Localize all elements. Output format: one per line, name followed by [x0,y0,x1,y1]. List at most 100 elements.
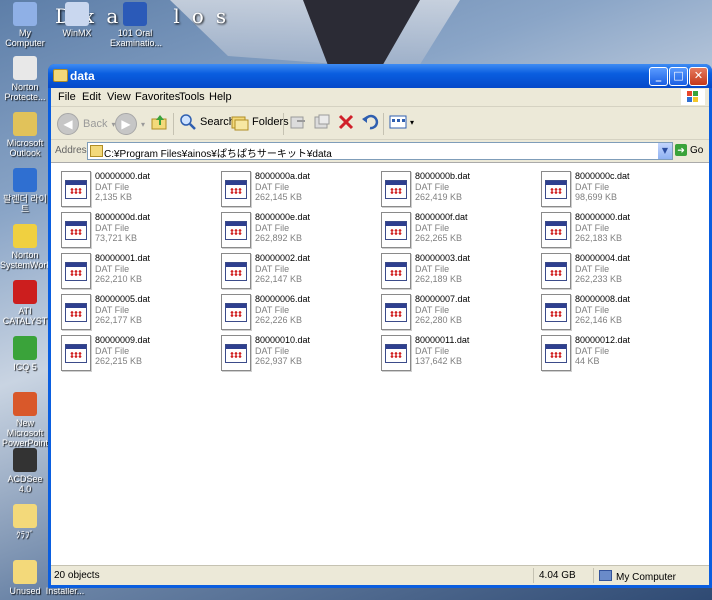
menu-edit[interactable]: Edit [82,91,101,103]
minimize-button[interactable]: _ [649,67,668,86]
file-name: 8000000d.dat [95,212,151,222]
file-type: DAT File [95,263,130,274]
file-icon-window [385,262,407,281]
file-details: 80000010.dat DAT File 262,937 KB [255,335,310,367]
file-icon-window [385,344,407,363]
desktop-icon[interactable]: 팔렌더 라이트 [0,168,50,214]
desktop-icon[interactable]: 101 Oral Examinatio... [110,2,163,48]
menu-tools[interactable]: Tools [179,91,205,103]
file-name: 8000000b.dat [415,171,471,181]
desktop-app-icon [123,2,147,26]
file-name: 80000006.dat [255,294,311,304]
file-icon-dots [230,229,242,235]
file-icon-dots [550,188,562,194]
desktop-icon[interactable]: ATI CATALYST [0,280,50,326]
desktop-icon[interactable]: Microsoft Outlook [0,112,50,158]
desktop-icon-label: ATI CATALYST [2,306,48,326]
my-computer-icon [599,570,612,581]
chevron-down-icon: ▾ [141,119,146,129]
file-icon-dots [390,352,402,358]
file-details: 80000001.dat DAT File 262,210 KB [95,253,150,285]
file-item[interactable]: 80000004.dat DAT File 262,233 KB [533,251,691,291]
desktop-icon[interactable]: ACDSee 4.0 [0,448,50,494]
desktop-icon[interactable]: ｸﾗﾌﾞ [0,504,50,540]
file-item[interactable]: 8000000a.dat DAT File 262,145 KB [213,169,371,209]
status-divider [533,568,534,583]
dat-file-icon [61,294,91,330]
file-details: 8000000c.dat DAT File 98,699 KB [575,171,630,203]
menu-view[interactable]: View [107,91,131,103]
file-item[interactable]: 8000000f.dat DAT File 262,265 KB [373,210,531,250]
desktop-icon-label: WinMX [62,28,92,38]
file-size: 262,146 KB [575,315,623,325]
toolbar-separator [383,113,384,135]
up-folder-button[interactable] [151,113,172,131]
file-item[interactable]: 8000000e.dat DAT File 262,892 KB [213,210,371,250]
desktop-icon[interactable]: My Computer [0,2,50,48]
file-item[interactable]: 8000000d.dat DAT File 73,721 KB [53,210,211,250]
address-text: C:¥Program Files¥ainos¥ぱちぱちサーキット¥data [104,149,332,160]
file-item[interactable]: 80000009.dat DAT File 262,215 KB [53,333,211,373]
go-button[interactable]: ➜ Go [675,144,703,156]
file-item[interactable]: 80000011.dat DAT File 137,642 KB [373,333,531,373]
desktop-icon[interactable]: Norton SystemWorks [0,224,55,270]
menu-file[interactable]: File [58,91,76,103]
file-size: 262,265 KB [415,233,463,243]
file-item[interactable]: 8000000b.dat DAT File 262,419 KB [373,169,531,209]
dat-file-icon [381,294,411,330]
file-item[interactable]: 8000000c.dat DAT File 98,699 KB [533,169,691,209]
desktop-app-icon [13,336,37,360]
file-item[interactable]: 80000003.dat DAT File 262,189 KB [373,251,531,291]
address-input[interactable]: C:¥Program Files¥ainos¥ぱちぱちサーキット¥data ▼ [87,142,673,160]
file-name: 80000005.dat [95,294,151,304]
move-to-button[interactable] [289,113,310,131]
dat-file-icon [61,253,91,289]
window-titlebar[interactable]: data _ □ ✕ [48,64,712,88]
file-item[interactable]: 80000007.dat DAT File 262,280 KB [373,292,531,332]
dat-file-icon [541,171,571,207]
file-list-view[interactable]: 00000000.dat DAT File 2,135 KB 8000000a.dat… [51,162,709,565]
copy-to-button[interactable] [313,113,334,131]
up-folder-icon [151,115,167,130]
file-icon-window [545,180,567,199]
desktop-icon[interactable]: WinMX [52,2,102,38]
folders-button[interactable]: Folders [231,113,289,131]
forward-button[interactable]: ▶ ▾ [115,113,145,135]
desktop-icon-label: 101 Oral Examinatio... [110,28,163,48]
file-details: 80000012.dat DAT File 44 KB [575,335,630,367]
file-item[interactable]: 80000005.dat DAT File 262,177 KB [53,292,211,332]
back-button[interactable]: ◀ Back ▾ [57,113,115,135]
dat-file-icon [221,294,251,330]
file-item[interactable]: 80000012.dat DAT File 44 KB [533,333,691,373]
dat-file-icon [221,253,251,289]
file-item[interactable]: 00000000.dat DAT File 2,135 KB [53,169,211,209]
file-type: DAT File [415,304,450,315]
file-icon-window [545,221,567,240]
file-item[interactable]: 80000002.dat DAT File 262,147 KB [213,251,371,291]
views-button[interactable]: ▾ [389,113,414,131]
desktop-app-icon [13,224,37,248]
file-item[interactable]: 80000008.dat DAT File 262,146 KB [533,292,691,332]
undo-button[interactable] [361,113,382,131]
search-button[interactable]: Search [179,113,235,131]
menu-bar: File Edit View Favorites Tools Help [51,88,709,107]
menu-help[interactable]: Help [209,91,232,103]
file-item[interactable]: 80000000.dat DAT File 262,183 KB [533,210,691,250]
menu-favorites[interactable]: Favorites [135,91,180,103]
maximize-button[interactable]: □ [669,67,688,86]
delete-button[interactable] [337,113,358,131]
delete-x-icon [338,114,354,130]
toolbar-separator [173,113,174,135]
file-item[interactable]: 80000001.dat DAT File 262,210 KB [53,251,211,291]
address-dropdown-button[interactable]: ▼ [658,143,672,159]
desktop-icon-label: Microsoft Outlook [6,138,44,158]
file-item[interactable]: 80000006.dat DAT File 262,226 KB [213,292,371,332]
desktop-icon[interactable]: ICQ 5 [0,336,50,372]
file-item[interactable]: 80000010.dat DAT File 262,937 KB [213,333,371,373]
dat-file-icon [541,253,571,289]
desktop-icon[interactable]: Norton Protecte... [0,56,50,102]
file-icon-window [225,180,247,199]
toolbar-separator [283,113,284,135]
close-button[interactable]: ✕ [689,67,708,86]
status-location-label: My Computer [616,572,677,583]
